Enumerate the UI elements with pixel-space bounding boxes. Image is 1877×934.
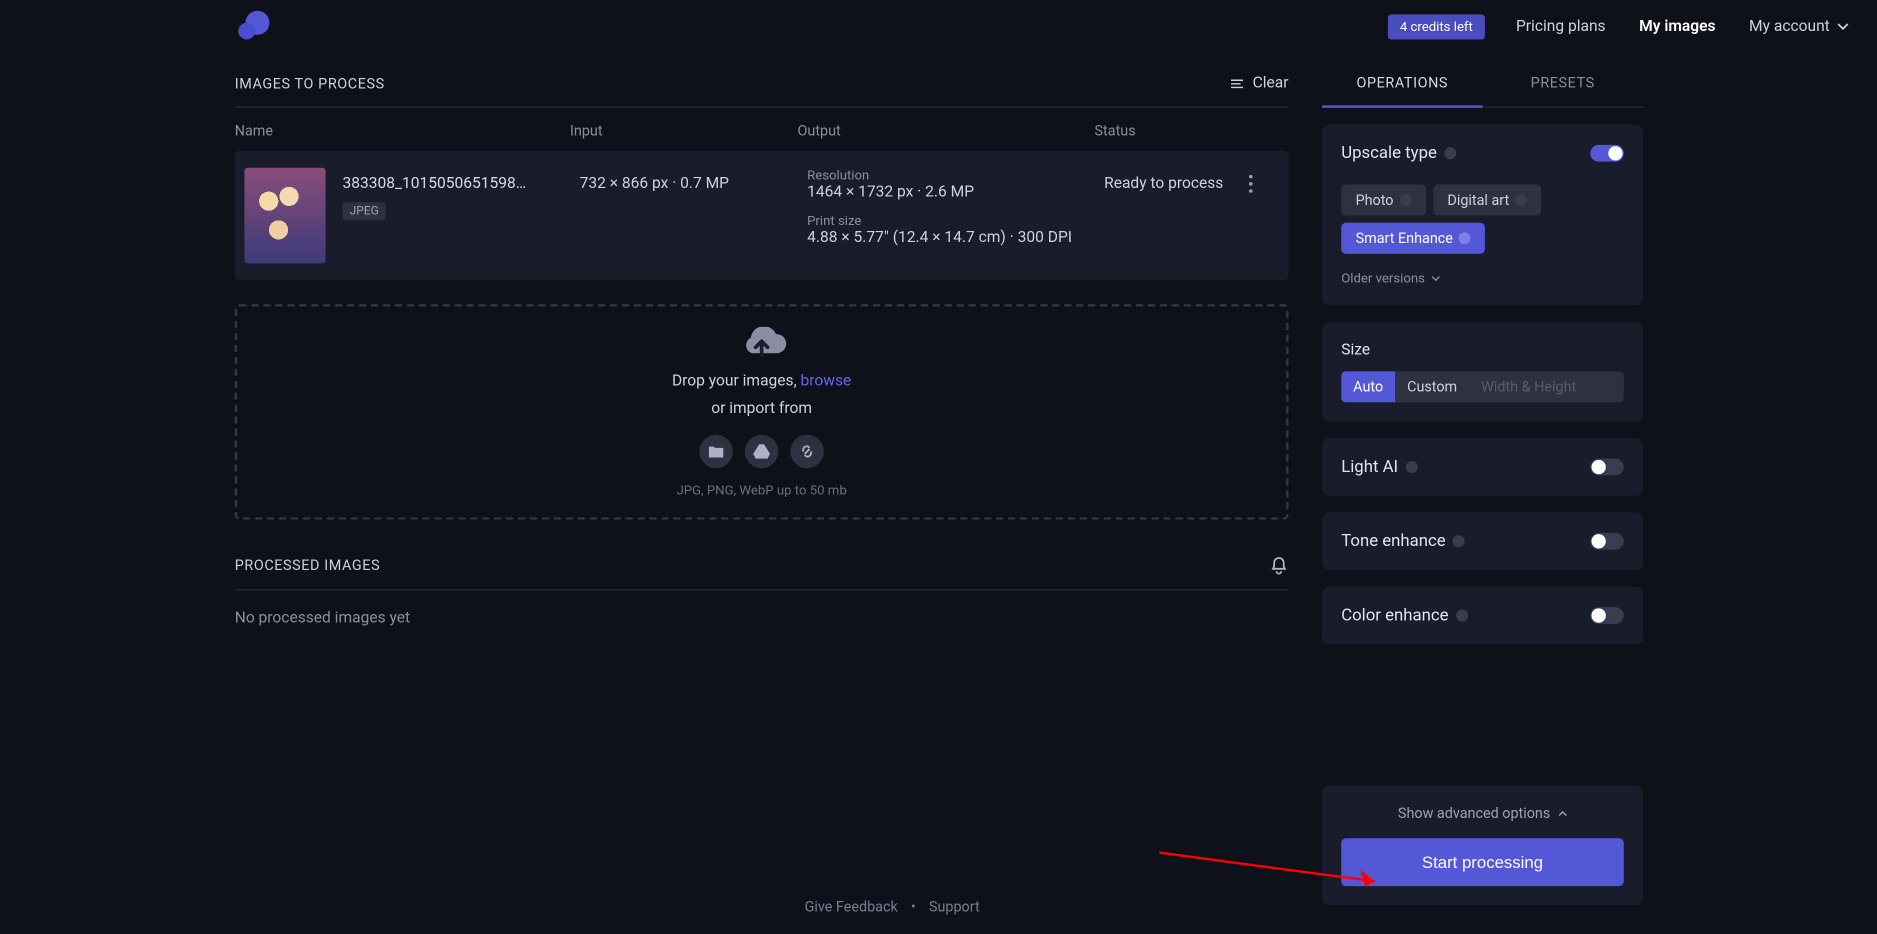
chip-smart-enhance[interactable]: Smart Enhance <box>1341 223 1485 254</box>
bell-icon[interactable] <box>1269 556 1288 575</box>
info-icon[interactable] <box>1444 147 1456 159</box>
col-name: Name <box>235 122 570 139</box>
output-resolution-value: 1464 × 1732 px · 2.6 MP <box>807 183 1104 201</box>
nav-pricing-plans[interactable]: Pricing plans <box>1516 17 1606 35</box>
tab-presets[interactable]: PRESETS <box>1483 74 1643 106</box>
import-drive-button[interactable] <box>745 434 779 468</box>
info-icon[interactable] <box>1405 461 1417 473</box>
my-account-dropdown[interactable]: My account <box>1749 17 1849 35</box>
folder-icon <box>708 442 725 459</box>
col-status: Status <box>1095 122 1241 139</box>
give-feedback-link[interactable]: Give Feedback <box>805 898 898 915</box>
status-text: Ready to process <box>1104 168 1226 193</box>
cloud-upload-icon <box>736 326 786 362</box>
color-enhance-toggle[interactable] <box>1590 607 1624 624</box>
tone-enhance-toggle[interactable] <box>1590 533 1624 550</box>
output-resolution-label: Resolution <box>807 168 1104 184</box>
light-ai-toggle[interactable] <box>1590 459 1624 476</box>
size-segment: Auto Custom Width & Height <box>1341 371 1624 402</box>
footer-separator: • <box>911 898 916 915</box>
info-icon <box>1459 232 1471 244</box>
nav-my-images[interactable]: My images <box>1639 17 1715 35</box>
clear-button[interactable]: Clear <box>1229 74 1289 92</box>
clear-icon <box>1229 76 1246 90</box>
image-row[interactable]: 383308_10150506515987... JPEG 732 × 866 … <box>235 151 1289 280</box>
older-versions-dropdown[interactable]: Older versions <box>1341 271 1624 287</box>
info-icon[interactable] <box>1456 610 1468 622</box>
size-label: Size <box>1341 341 1624 359</box>
chevron-down-icon <box>1431 274 1441 284</box>
col-input: Input <box>570 122 798 139</box>
chip-photo[interactable]: Photo <box>1341 184 1426 215</box>
more-icon <box>1248 175 1252 193</box>
row-more-button[interactable] <box>1226 168 1274 193</box>
tone-enhance-label: Tone enhance <box>1341 532 1465 551</box>
filename: 383308_10150506515987... <box>342 175 534 193</box>
show-advanced-options[interactable]: Show advanced options <box>1341 805 1624 822</box>
browse-link[interactable]: browse <box>801 372 852 390</box>
seg-custom[interactable]: Custom <box>1395 371 1469 402</box>
seg-auto[interactable]: Auto <box>1341 371 1395 402</box>
upscale-type-toggle[interactable] <box>1590 145 1624 162</box>
import-folder-button[interactable] <box>699 434 733 468</box>
dropzone-hint: JPG, PNG, WebP up to 50 mb <box>676 482 846 498</box>
thumbnail[interactable] <box>244 168 325 264</box>
output-printsize-label: Print size <box>807 213 1104 229</box>
info-icon[interactable] <box>1453 535 1465 547</box>
my-account-label: My account <box>1749 17 1830 35</box>
images-to-process-title: IMAGES TO PROCESS <box>235 75 385 92</box>
seg-width-height: Width & Height <box>1469 371 1588 402</box>
credits-badge[interactable]: 4 credits left <box>1388 14 1485 39</box>
link-icon <box>799 442 816 459</box>
chip-digital-art[interactable]: Digital art <box>1433 184 1542 215</box>
color-enhance-label: Color enhance <box>1341 606 1468 625</box>
dropzone-subtext: or import from <box>711 399 812 417</box>
chevron-up-icon <box>1557 808 1567 818</box>
chevron-down-icon <box>1837 20 1849 32</box>
output-printsize-value: 4.88 × 5.77" (12.4 × 14.7 cm) · 300 DPI <box>807 229 1104 247</box>
google-drive-icon <box>753 442 770 459</box>
tab-operations[interactable]: OPERATIONS <box>1322 74 1482 108</box>
no-processed-text: No processed images yet <box>235 590 1289 627</box>
support-link[interactable]: Support <box>929 898 980 915</box>
input-dimensions: 732 × 866 px · 0.7 MP <box>580 168 808 193</box>
info-icon <box>1515 194 1527 206</box>
upscale-type-label: Upscale type <box>1341 144 1456 163</box>
light-ai-label: Light AI <box>1341 457 1417 476</box>
logo[interactable] <box>235 10 271 44</box>
start-processing-button[interactable]: Start processing <box>1341 838 1624 886</box>
info-icon <box>1400 194 1412 206</box>
col-output: Output <box>798 122 1095 139</box>
clear-label: Clear <box>1253 74 1289 92</box>
import-url-button[interactable] <box>790 434 824 468</box>
processed-images-title: PROCESSED IMAGES <box>235 557 381 574</box>
filetype-badge: JPEG <box>342 202 386 220</box>
dropzone-text: Drop your images, browse <box>672 372 851 390</box>
dropzone[interactable]: Drop your images, browse or import from … <box>235 304 1289 520</box>
